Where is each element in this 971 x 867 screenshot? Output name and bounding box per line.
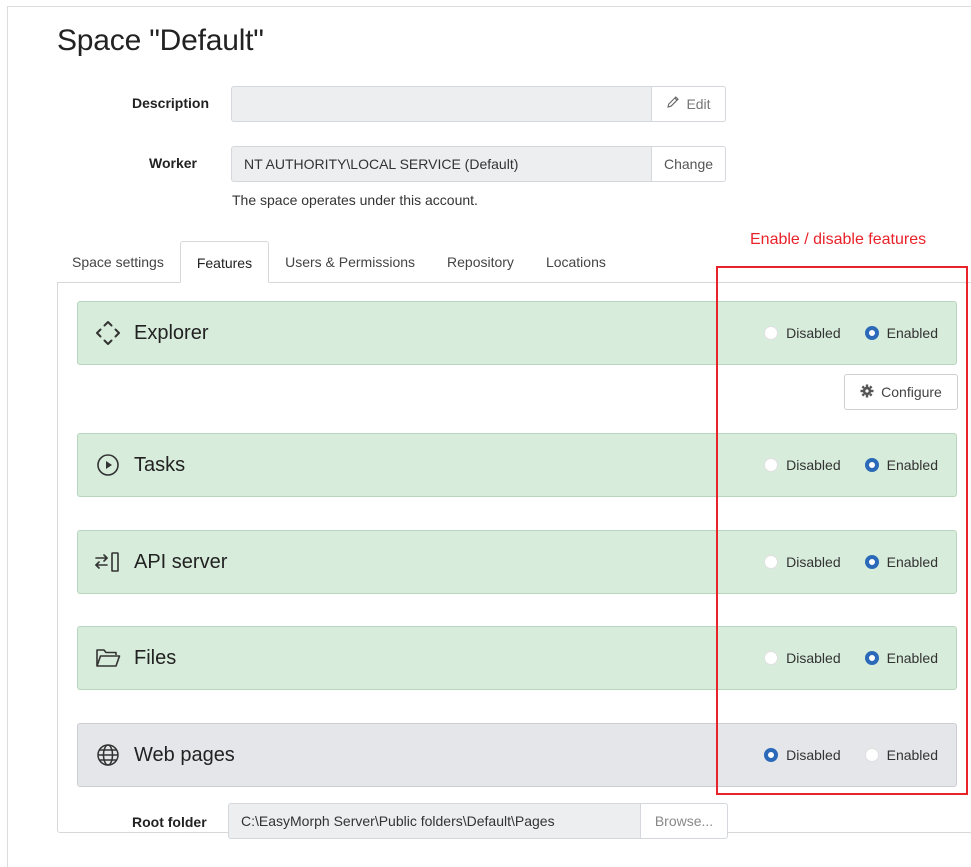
radio-label: Enabled — [886, 325, 938, 341]
feature-name-files: Files — [134, 646, 177, 669]
radio-dot — [764, 458, 779, 472]
feature-name-web-pages: Web pages — [134, 743, 235, 766]
description-group: Edit — [231, 86, 726, 122]
explorer-arrows-icon — [94, 319, 122, 347]
feature-panel-tasks: Tasks Disabled Enabled — [77, 433, 957, 497]
change-button-label: Change — [663, 156, 714, 172]
radio-label: Enabled — [886, 457, 938, 473]
radio-group-api-server: Disabled Enabled — [764, 554, 938, 570]
radio-label: Enabled — [886, 747, 938, 763]
feature-panel-files: Files Disabled Enabled — [77, 626, 957, 690]
radio-label: Disabled — [786, 457, 841, 473]
feature-name-api-server: API server — [134, 550, 228, 573]
tab-repository[interactable]: Repository — [431, 241, 530, 283]
radio-explorer-disabled[interactable]: Disabled — [764, 325, 841, 341]
tab-space-settings[interactable]: Space settings — [57, 241, 180, 283]
radio-label: Enabled — [886, 650, 938, 666]
radio-api-server-enabled[interactable]: Enabled — [864, 554, 938, 570]
radio-dot-selected — [864, 555, 879, 569]
api-exchange-icon — [94, 548, 122, 576]
pencil-icon — [666, 87, 680, 121]
feature-name-explorer: Explorer — [134, 321, 209, 344]
tab-users-permissions[interactable]: Users & Permissions — [269, 241, 431, 283]
tab-bar: Space settings Features Users & Permissi… — [57, 241, 622, 283]
radio-files-disabled[interactable]: Disabled — [764, 650, 841, 666]
radio-group-files: Disabled Enabled — [764, 650, 938, 666]
edit-button-label: Edit — [686, 96, 711, 112]
page-title: Space "Default" — [57, 24, 264, 57]
radio-explorer-enabled[interactable]: Enabled — [864, 325, 938, 341]
description-label: Description — [132, 95, 210, 111]
worker-label: Worker — [149, 155, 197, 171]
browse-button-label: Browse... — [654, 813, 714, 829]
edit-button[interactable]: Edit — [651, 86, 726, 122]
radio-files-enabled[interactable]: Enabled — [864, 650, 938, 666]
folder-open-icon — [94, 644, 122, 672]
radio-dot — [864, 748, 879, 762]
radio-label: Disabled — [786, 650, 841, 666]
radio-api-server-disabled[interactable]: Disabled — [764, 554, 841, 570]
feature-panel-explorer: Explorer Disabled Enabled — [77, 301, 957, 365]
radio-dot — [764, 326, 779, 340]
play-circle-icon — [94, 451, 122, 479]
worker-input[interactable]: NT AUTHORITY\LOCAL SERVICE (Default) — [231, 146, 651, 182]
annotation-label: Enable / disable features — [750, 231, 927, 248]
globe-icon — [94, 741, 122, 769]
tab-locations[interactable]: Locations — [530, 241, 622, 283]
configure-label: Configure — [881, 384, 942, 400]
radio-dot — [764, 651, 779, 665]
browse-button[interactable]: Browse... — [640, 803, 728, 839]
radio-group-explorer: Disabled Enabled — [764, 325, 938, 341]
radio-tasks-disabled[interactable]: Disabled — [764, 457, 841, 473]
radio-dot-selected — [864, 458, 879, 472]
radio-tasks-enabled[interactable]: Enabled — [864, 457, 938, 473]
root-folder-input[interactable]: C:\EasyMorph Server\Public folders\Defau… — [228, 803, 640, 839]
radio-web-pages-disabled[interactable]: Disabled — [764, 747, 841, 763]
worker-help-text: The space operates under this account. — [232, 192, 478, 208]
radio-dot-selected — [764, 748, 779, 762]
radio-dot-selected — [864, 326, 879, 340]
radio-label: Enabled — [886, 554, 938, 570]
description-input[interactable] — [231, 86, 651, 122]
root-folder-group: C:\EasyMorph Server\Public folders\Defau… — [228, 803, 728, 839]
radio-dot-selected — [864, 651, 879, 665]
radio-group-tasks: Disabled Enabled — [764, 457, 938, 473]
tab-features[interactable]: Features — [179, 241, 270, 283]
worker-group: NT AUTHORITY\LOCAL SERVICE (Default) Cha… — [231, 146, 726, 182]
radio-label: Disabled — [786, 325, 841, 341]
radio-group-web-pages: Disabled Enabled — [764, 747, 938, 763]
feature-panel-web-pages: Web pages Disabled Enabled — [77, 723, 957, 787]
feature-name-tasks: Tasks — [134, 453, 186, 476]
feature-panel-api-server: API server Disabled Enabled — [77, 530, 957, 594]
root-folder-label: Root folder — [132, 814, 207, 830]
configure-button[interactable]: Configure — [844, 374, 958, 410]
gear-icon — [860, 384, 874, 401]
change-button[interactable]: Change — [651, 146, 726, 182]
radio-label: Disabled — [786, 554, 841, 570]
radio-label: Disabled — [786, 747, 841, 763]
radio-web-pages-enabled[interactable]: Enabled — [864, 747, 938, 763]
radio-dot — [764, 555, 779, 569]
